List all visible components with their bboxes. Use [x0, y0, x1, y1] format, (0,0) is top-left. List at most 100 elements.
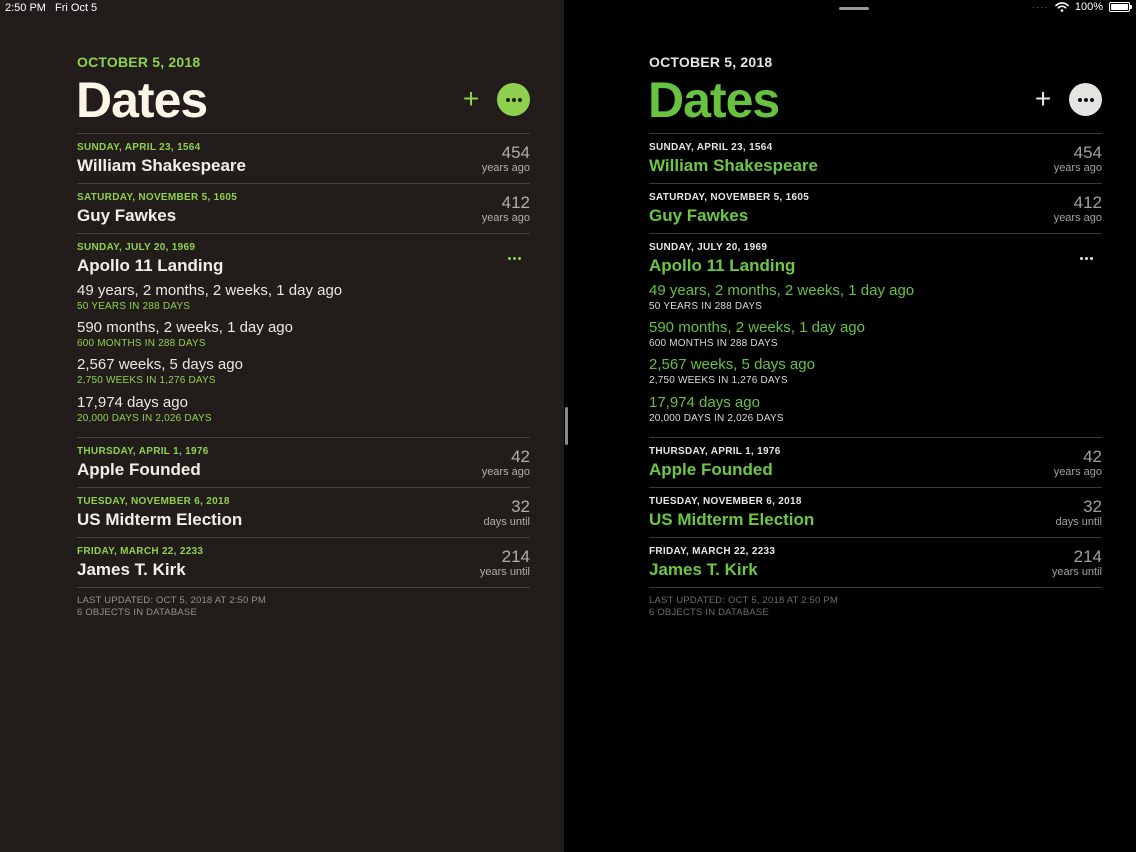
- row-date: TUESDAY, NOVEMBER 6, 2018: [649, 496, 802, 507]
- add-button[interactable]: +: [460, 84, 482, 116]
- row-unit: years ago: [481, 162, 530, 174]
- page-title: Dates: [76, 72, 208, 128]
- list-item[interactable]: SATURDAY, NOVEMBER 5, 1605 Guy Fawkes 41…: [77, 183, 530, 233]
- row-date: FRIDAY, MARCH 22, 2233: [77, 546, 204, 557]
- list-item-expanded[interactable]: SUNDAY, JULY 20, 1969 Apollo 11 Landing …: [649, 233, 1102, 437]
- row-title: William Shakespeare: [649, 156, 818, 175]
- detail-sub: 600 MONTHS IN 288 DAYS: [77, 338, 206, 349]
- detail-line: 2,567 weeks, 5 days ago 2,750 WEEKS IN 1…: [77, 356, 243, 387]
- dates-list: SUNDAY, APRIL 23, 1564 William Shakespea…: [649, 133, 1102, 588]
- row-date: SATURDAY, NOVEMBER 5, 1605: [649, 192, 810, 203]
- detail-main: 2,567 weeks, 5 days ago: [649, 356, 815, 373]
- footer: LAST UPDATED: OCT 5, 2018 AT 2:50 PM 6 O…: [77, 595, 266, 619]
- list-divider: [77, 587, 530, 588]
- ellipsis-icon: [508, 257, 521, 260]
- footer-objects: 6 OBJECTS IN DATABASE: [649, 607, 769, 618]
- row-count: 32: [1083, 497, 1102, 516]
- row-date: THURSDAY, APRIL 1, 1976: [77, 446, 209, 457]
- row-date: SUNDAY, JULY 20, 1969: [77, 242, 196, 253]
- detail-line: 17,974 days ago 20,000 DAYS IN 2,026 DAY…: [77, 394, 212, 425]
- detail-sub: 50 YEARS IN 288 DAYS: [649, 301, 763, 312]
- row-date: SUNDAY, APRIL 23, 1564: [649, 142, 773, 153]
- detail-line: 49 years, 2 months, 2 weeks, 1 day ago 5…: [649, 282, 914, 313]
- footer-objects: 6 OBJECTS IN DATABASE: [77, 607, 197, 618]
- row-count: 42: [1083, 447, 1102, 466]
- right-pane: ···· 100% OCTOBER 5, 2018 Dates + SUNDAY…: [564, 0, 1136, 852]
- list-item[interactable]: SUNDAY, APRIL 23, 1564 William Shakespea…: [77, 133, 530, 183]
- row-count: 214: [501, 547, 530, 566]
- row-count: 32: [511, 497, 530, 516]
- add-button[interactable]: +: [1032, 84, 1054, 116]
- row-unit: years ago: [481, 466, 530, 478]
- row-count: 454: [501, 143, 530, 162]
- row-count: 454: [1073, 143, 1102, 162]
- list-item[interactable]: THURSDAY, APRIL 1, 1976 Apple Founded 42…: [77, 437, 530, 487]
- detail-line: 49 years, 2 months, 2 weeks, 1 day ago 5…: [77, 282, 342, 313]
- list-item-expanded[interactable]: SUNDAY, JULY 20, 1969 Apollo 11 Landing …: [77, 233, 530, 437]
- ellipsis-icon: [1080, 257, 1093, 260]
- list-item[interactable]: THURSDAY, APRIL 1, 1976 Apple Founded 42…: [649, 437, 1102, 487]
- row-date: SATURDAY, NOVEMBER 5, 1605: [77, 192, 238, 203]
- list-item[interactable]: TUESDAY, NOVEMBER 6, 2018 US Midterm Ele…: [649, 487, 1102, 537]
- battery-percent: 100%: [1074, 1, 1103, 13]
- dates-list: SUNDAY, APRIL 23, 1564 William Shakespea…: [77, 133, 530, 588]
- list-item[interactable]: SUNDAY, APRIL 23, 1564 William Shakespea…: [649, 133, 1102, 183]
- row-title: James T. Kirk: [649, 560, 758, 579]
- multitasking-handle[interactable]: [839, 7, 869, 10]
- detail-sub: 2,750 WEEKS IN 1,276 DAYS: [649, 375, 788, 386]
- row-title: Apple Founded: [77, 460, 201, 479]
- row-unit: days until: [1055, 516, 1102, 528]
- list-item[interactable]: SATURDAY, NOVEMBER 5, 1605 Guy Fawkes 41…: [649, 183, 1102, 233]
- ellipsis-icon: [505, 97, 522, 102]
- detail-line: 17,974 days ago 20,000 DAYS IN 2,026 DAY…: [649, 394, 784, 425]
- footer-updated: LAST UPDATED: OCT 5, 2018 AT 2:50 PM: [77, 595, 267, 606]
- row-date: SUNDAY, APRIL 23, 1564: [77, 142, 201, 153]
- row-date: TUESDAY, NOVEMBER 6, 2018: [77, 496, 230, 507]
- list-item[interactable]: TUESDAY, NOVEMBER 6, 2018 US Midterm Ele…: [77, 487, 530, 537]
- left-pane: 2:50 PM Fri Oct 5 OCTOBER 5, 2018 Dates …: [0, 0, 564, 852]
- detail-main: 2,567 weeks, 5 days ago: [77, 356, 243, 373]
- more-button[interactable]: [1069, 83, 1102, 116]
- list-item[interactable]: FRIDAY, MARCH 22, 2233 James T. Kirk 214…: [77, 537, 530, 587]
- row-count: 412: [1073, 193, 1102, 212]
- row-title: Apollo 11 Landing: [77, 256, 224, 275]
- detail-sub: 2,750 WEEKS IN 1,276 DAYS: [77, 375, 216, 386]
- detail-main: 17,974 days ago: [77, 394, 188, 411]
- detail-sub: 50 YEARS IN 288 DAYS: [77, 301, 191, 312]
- row-count: 412: [501, 193, 530, 212]
- row-unit: days until: [483, 516, 530, 528]
- row-unit: years ago: [481, 212, 530, 224]
- detail-line: 2,567 weeks, 5 days ago 2,750 WEEKS IN 1…: [649, 356, 815, 387]
- status-date: Fri Oct 5: [55, 2, 98, 14]
- split-view-divider-handle[interactable]: [565, 407, 568, 445]
- detail-sub: 600 MONTHS IN 288 DAYS: [649, 338, 778, 349]
- detail-line: 590 months, 2 weeks, 1 day ago 600 MONTH…: [77, 319, 293, 350]
- detail-line: 590 months, 2 weeks, 1 day ago 600 MONTH…: [649, 319, 865, 350]
- row-count: 214: [1073, 547, 1102, 566]
- detail-sub: 20,000 DAYS IN 2,026 DAYS: [649, 413, 784, 424]
- row-unit: years until: [479, 566, 530, 578]
- status-indicators: ···· 100%: [1031, 1, 1132, 13]
- more-button[interactable]: [497, 83, 530, 116]
- status-time: 2:50 PM: [5, 2, 46, 14]
- ellipsis-icon: [1077, 97, 1094, 102]
- row-unit: years ago: [1053, 162, 1102, 174]
- row-unit: years ago: [1053, 212, 1102, 224]
- row-more-button[interactable]: [1080, 257, 1093, 260]
- row-count: 42: [511, 447, 530, 466]
- row-date: THURSDAY, APRIL 1, 1976: [649, 446, 781, 457]
- page-title: Dates: [648, 72, 780, 128]
- row-date: SUNDAY, JULY 20, 1969: [649, 242, 768, 253]
- list-divider: [649, 587, 1102, 588]
- signal-icon: ····: [1031, 1, 1049, 13]
- detail-main: 49 years, 2 months, 2 weeks, 1 day ago: [77, 282, 343, 299]
- row-more-button[interactable]: [508, 257, 521, 260]
- detail-main: 590 months, 2 weeks, 1 day ago: [649, 319, 865, 336]
- row-title: William Shakespeare: [77, 156, 246, 175]
- detail-sub: 20,000 DAYS IN 2,026 DAYS: [77, 413, 212, 424]
- detail-main: 17,974 days ago: [649, 394, 760, 411]
- list-item[interactable]: FRIDAY, MARCH 22, 2233 James T. Kirk 214…: [649, 537, 1102, 587]
- row-title: US Midterm Election: [77, 510, 243, 529]
- row-title: James T. Kirk: [77, 560, 186, 579]
- row-title: US Midterm Election: [649, 510, 815, 529]
